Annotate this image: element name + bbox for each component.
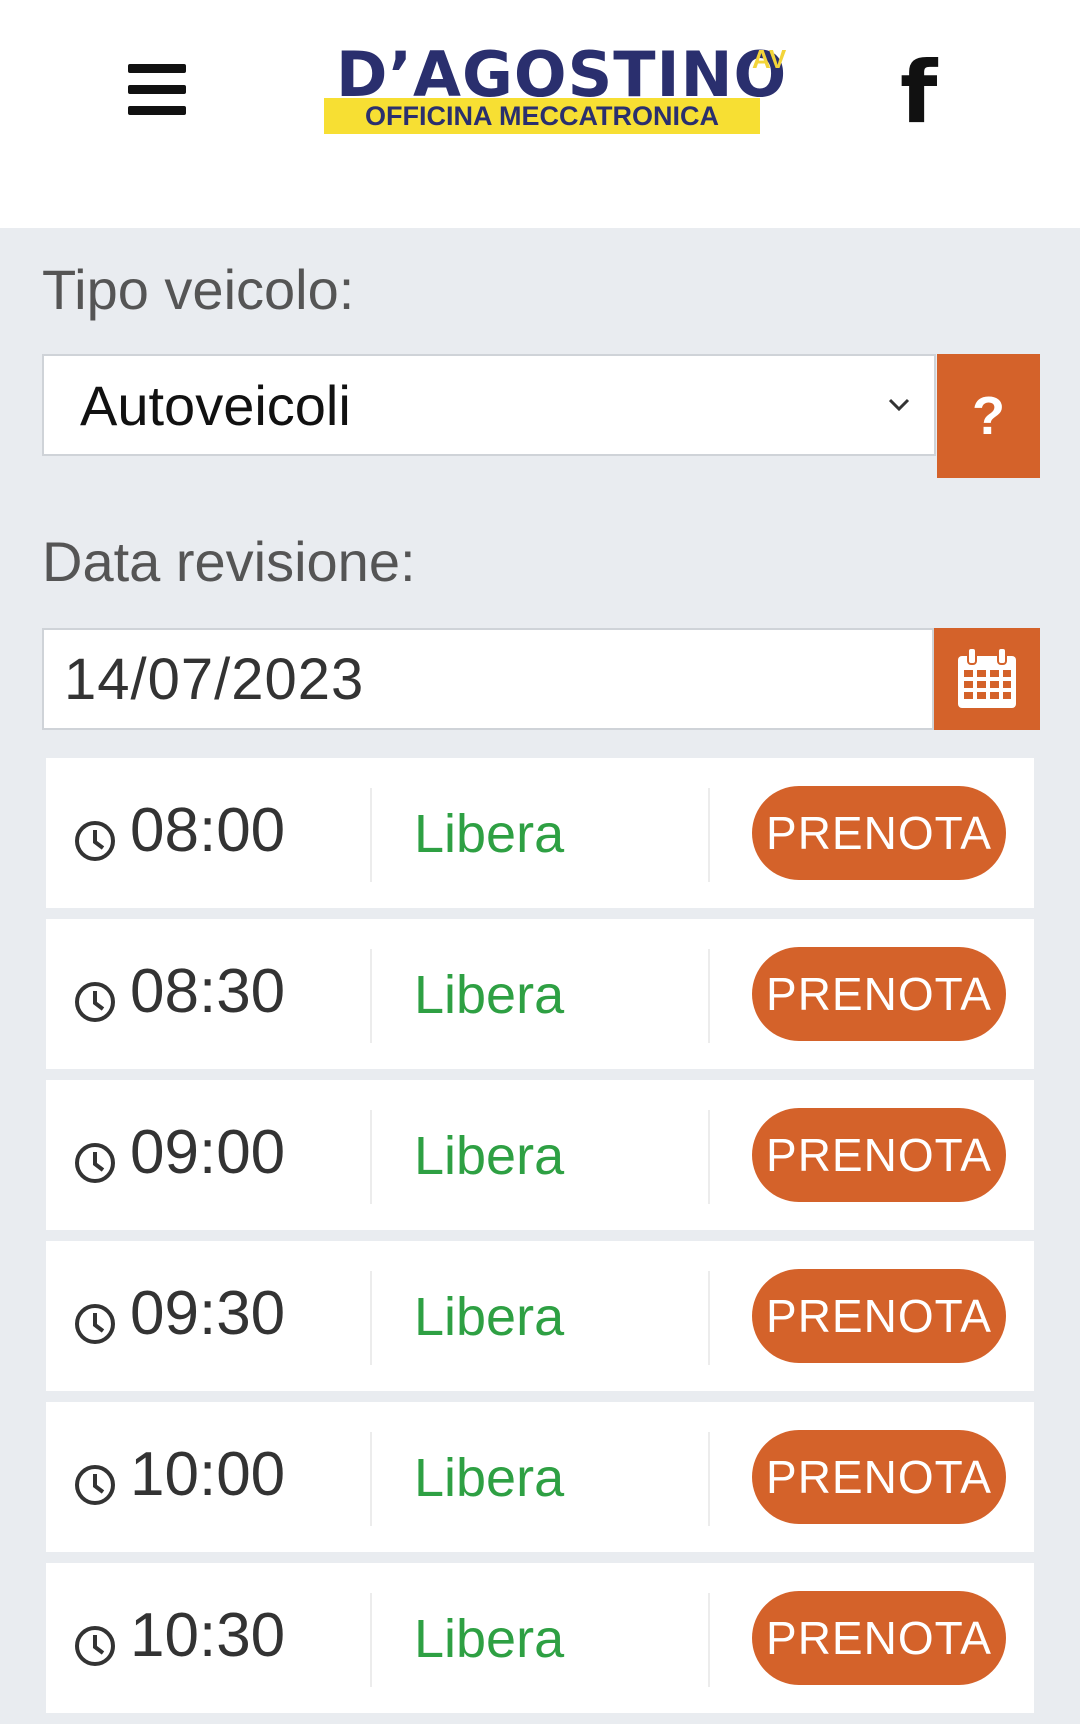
slot-time: 08:00 (130, 796, 286, 865)
header: D’AGOSTINO AV OFFICINA MECCATRONICA f (0, 0, 1080, 228)
slot-time: 08:30 (130, 957, 286, 1026)
slot-row: 10:30 Libera PRENOTA (46, 1563, 1034, 1713)
slot-row: 08:00 Libera PRENOTA (46, 758, 1034, 908)
slot-status: Libera (414, 1287, 565, 1347)
date-input[interactable]: 14/07/2023 (42, 628, 934, 730)
logo-superscript: AV (752, 44, 787, 74)
calendar-icon (958, 647, 1016, 708)
slot-row: 10:00 Libera PRENOTA (46, 1402, 1034, 1552)
slot-status: Libera (414, 804, 565, 864)
book-button[interactable]: PRENOTA (752, 1430, 1006, 1524)
facebook-icon[interactable]: f (900, 50, 937, 136)
divider (708, 1432, 710, 1526)
slot-row: 08:30 Libera PRENOTA (46, 919, 1034, 1069)
chevron-down-icon (888, 398, 910, 412)
logo[interactable]: D’AGOSTINO AV OFFICINA MECCATRONICA (322, 40, 792, 140)
slot-time: 10:30 (130, 1601, 286, 1670)
clock-icon (75, 982, 115, 1022)
calendar-button[interactable] (934, 628, 1040, 730)
help-button[interactable]: ? (937, 354, 1040, 478)
clock-icon (75, 821, 115, 861)
slot-time: 10:00 (130, 1440, 286, 1509)
divider (708, 788, 710, 882)
divider (370, 1432, 372, 1526)
book-button[interactable]: PRENOTA (752, 1591, 1006, 1685)
slot-row: 09:30 Libera PRENOTA (46, 1241, 1034, 1391)
book-button[interactable]: PRENOTA (752, 947, 1006, 1041)
divider (370, 788, 372, 882)
vehicle-type-label: Tipo veicolo: (42, 258, 355, 321)
slot-time: 09:00 (130, 1118, 286, 1187)
slot-list: 08:00 Libera PRENOTA 08:30 Libera PRENOT… (46, 758, 1034, 1724)
logo-subtitle: OFFICINA MECCATRONICA (324, 98, 760, 134)
slot-row: 09:00 Libera PRENOTA (46, 1080, 1034, 1230)
vehicle-type-select[interactable]: Autoveicoli (42, 354, 936, 456)
menu-bar (128, 106, 186, 115)
vehicle-type-value: Autoveicoli (80, 374, 351, 437)
menu-icon[interactable] (128, 64, 186, 116)
date-label: Data revisione: (42, 530, 416, 593)
slot-status: Libera (414, 965, 565, 1025)
slot-time: 09:30 (130, 1279, 286, 1348)
clock-icon (75, 1626, 115, 1666)
divider (370, 1593, 372, 1687)
divider (708, 1593, 710, 1687)
menu-bar (128, 64, 186, 73)
divider (708, 949, 710, 1043)
slot-status: Libera (414, 1448, 565, 1508)
menu-bar (128, 85, 186, 94)
book-button[interactable]: PRENOTA (752, 786, 1006, 880)
divider (708, 1110, 710, 1204)
divider (370, 1110, 372, 1204)
slot-status: Libera (414, 1609, 565, 1669)
date-value: 14/07/2023 (64, 647, 365, 712)
clock-icon (75, 1304, 115, 1344)
book-button[interactable]: PRENOTA (752, 1269, 1006, 1363)
clock-icon (75, 1465, 115, 1505)
divider (708, 1271, 710, 1365)
slot-status: Libera (414, 1126, 565, 1186)
book-button[interactable]: PRENOTA (752, 1108, 1006, 1202)
divider (370, 949, 372, 1043)
clock-icon (75, 1143, 115, 1183)
divider (370, 1271, 372, 1365)
